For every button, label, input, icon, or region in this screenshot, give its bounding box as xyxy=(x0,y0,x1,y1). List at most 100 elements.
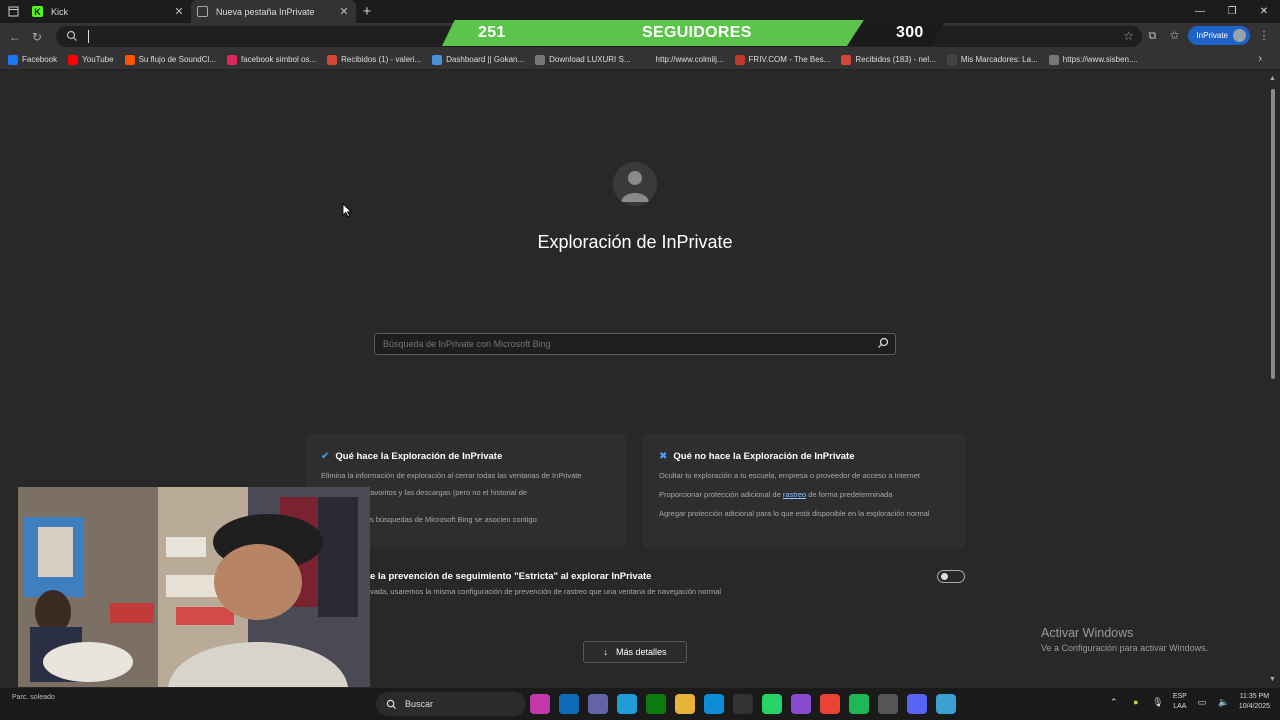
favorites-icon[interactable]: ✩ xyxy=(1166,28,1182,44)
youtube-icon xyxy=(68,54,79,65)
tab-kick[interactable]: K Kick ✕ xyxy=(26,0,191,23)
bookmark-item[interactable]: FRIV.COM - The Bes... xyxy=(734,54,831,65)
bookmark-item[interactable]: Su flujo de SoundCl... xyxy=(124,54,216,65)
clock[interactable]: 11:35 PM 10/4/2025 xyxy=(1239,692,1270,712)
card-line: Elimina la información de exploración al… xyxy=(321,471,582,480)
windows-taskbar: Parc. soleado Buscar ⌃ ● 🎙 ESP LAA ▭ 🔈 1… xyxy=(0,688,1280,720)
tab-title: Nueva pestaña InPrivate xyxy=(216,6,315,17)
bing-search-input[interactable] xyxy=(375,334,865,354)
chevron-up-icon[interactable]: ⌃ xyxy=(1107,695,1121,709)
volume-icon[interactable]: 🔈 xyxy=(1217,695,1231,709)
inprivate-avatar-icon xyxy=(613,162,657,206)
bookmark-item[interactable]: Recibidos (1) - valeri... xyxy=(327,54,421,65)
refresh-icon[interactable]: ↻ xyxy=(26,30,48,44)
bookmark-label: FRIV.COM - The Bes... xyxy=(748,55,831,64)
page-title: Exploración de InPrivate xyxy=(537,232,733,252)
bookmark-item[interactable]: facebook simbol os... xyxy=(226,54,316,65)
app-tray-icon[interactable]: ● xyxy=(1129,695,1143,709)
favorite-star-icon[interactable]: ☆ xyxy=(1123,29,1134,43)
checkmark-icon: ✔ xyxy=(321,451,330,462)
chrome-icon[interactable] xyxy=(820,694,840,714)
bookmark-label: http://www.colmilj... xyxy=(655,55,724,64)
discord-icon[interactable] xyxy=(907,694,927,714)
multicolor-app-icon[interactable] xyxy=(791,694,811,714)
bookmark-item[interactable]: Download LUXURI S... xyxy=(535,54,631,65)
bing-search-box[interactable] xyxy=(374,333,896,355)
bookmark-item[interactable]: Facebook xyxy=(8,54,57,65)
activate-subtitle: Ve a Configuración para activar Windows. xyxy=(1041,643,1209,653)
bookmark-item[interactable]: http://www.colmilj... xyxy=(641,54,724,65)
card-heading: ✖ Qué no hace la Exploración de InPrivate xyxy=(659,451,854,462)
more-details-label: Más detalles xyxy=(615,647,667,657)
strict-tracking-title: e la prevención de seguimiento "Estricta… xyxy=(370,571,652,582)
window-controls: — ❐ ✕ xyxy=(1184,0,1280,23)
mouse-cursor-icon xyxy=(342,203,352,218)
bookmark-item[interactable]: Dashboard || Gokan... xyxy=(432,54,525,65)
taskbar-apps xyxy=(530,694,956,714)
page-icon xyxy=(535,54,546,65)
card-title: Qué no hace la Exploración de InPrivate xyxy=(673,451,855,462)
bookmark-item[interactable]: Recibidos (183) - nel... xyxy=(841,54,936,65)
xbox-icon[interactable] xyxy=(646,694,666,714)
card-line: Ocultar tu exploración a tu escuela, emp… xyxy=(659,471,920,480)
card-heading: ✔ Qué hace la Exploración de InPrivate xyxy=(321,451,502,462)
bookmark-label: Dashboard || Gokan... xyxy=(446,55,525,64)
back-icon[interactable]: ← xyxy=(4,30,26,44)
language-indicator[interactable]: ESP LAA xyxy=(1173,692,1187,712)
tab-inprivate[interactable]: Nueva pestaña InPrivate ✕ xyxy=(191,0,356,23)
network-icon[interactable]: ▭ xyxy=(1195,695,1209,709)
outlook-icon[interactable] xyxy=(559,694,579,714)
whatsapp-icon[interactable] xyxy=(762,694,782,714)
card-title: Qué hace la Exploración de InPrivate xyxy=(335,451,503,462)
tab-actions-button[interactable] xyxy=(0,0,26,23)
profile-avatar xyxy=(1233,29,1246,42)
close-window-icon[interactable]: ✕ xyxy=(1248,0,1280,23)
folder-icon[interactable] xyxy=(675,694,695,714)
microphone-icon[interactable]: 🎙 xyxy=(1151,695,1165,709)
scroll-down-icon[interactable]: ▼ xyxy=(1269,676,1276,683)
copilot-icon[interactable] xyxy=(617,694,637,714)
store-icon[interactable] xyxy=(733,694,753,714)
minimize-icon[interactable]: — xyxy=(1184,0,1216,23)
close-tab-icon[interactable]: ✕ xyxy=(173,5,185,18)
teams-icon[interactable] xyxy=(588,694,608,714)
bookmark-item[interactable]: https://www.sisben.... xyxy=(1048,54,1138,65)
card-line: Proporcionar protección adicional de ras… xyxy=(659,490,892,499)
globe-icon[interactable] xyxy=(936,694,956,714)
inprivate-tab-icon xyxy=(197,6,208,17)
taskbar-search[interactable]: Buscar xyxy=(376,692,526,716)
bookmark-item[interactable]: Mis Marcadores: La... xyxy=(946,54,1038,65)
more-options-icon[interactable]: ⋮ xyxy=(1256,28,1272,44)
inprivate-label: InPrivate xyxy=(1196,31,1228,40)
new-tab-button[interactable]: + xyxy=(356,3,378,20)
weather-widget[interactable]: Parc. soleado xyxy=(12,694,55,701)
scroll-up-icon[interactable]: ▲ xyxy=(1269,75,1276,82)
tracking-link[interactable]: rastreo xyxy=(783,490,806,499)
activate-windows-watermark: Activar Windows Ve a Configuración para … xyxy=(1041,626,1208,653)
follower-count: 251 xyxy=(478,24,506,41)
bookmark-label: Mis Marcadores: La... xyxy=(960,55,1038,64)
page-scrollbar[interactable]: ▲ ▼ xyxy=(1266,71,1280,685)
settings-icon[interactable] xyxy=(878,694,898,714)
spotify-icon[interactable] xyxy=(849,694,869,714)
language-top: ESP xyxy=(1172,693,1187,700)
restore-icon[interactable]: ❐ xyxy=(1216,0,1248,23)
marcador-icon xyxy=(946,54,957,65)
card-line-text: de forma predeterminada xyxy=(806,490,893,499)
search-icon[interactable] xyxy=(877,337,889,349)
close-tab-icon[interactable]: ✕ xyxy=(338,5,350,18)
search-icon xyxy=(66,30,77,41)
more-details-button[interactable]: ↓ Más detalles xyxy=(583,641,687,663)
tab-title: Kick xyxy=(51,6,69,17)
strict-tracking-description: vada, usaremos la misma configuración de… xyxy=(370,587,722,596)
edge-icon[interactable] xyxy=(704,694,724,714)
scroll-thumb[interactable] xyxy=(1271,89,1275,379)
bookmarks-more-icon[interactable]: › xyxy=(1258,53,1262,65)
gmail-icon xyxy=(841,54,852,65)
bookmarks-bar: Facebook YouTube Su flujo de SoundCl... fac… xyxy=(0,50,1280,70)
extensions-icon[interactable]: ⧉ xyxy=(1144,28,1160,44)
multicolor-app-icon[interactable] xyxy=(530,694,550,714)
inprivate-profile-button[interactable]: InPrivate xyxy=(1188,26,1250,45)
strict-tracking-toggle[interactable] xyxy=(937,570,965,583)
bookmark-item[interactable]: YouTube xyxy=(68,54,114,65)
